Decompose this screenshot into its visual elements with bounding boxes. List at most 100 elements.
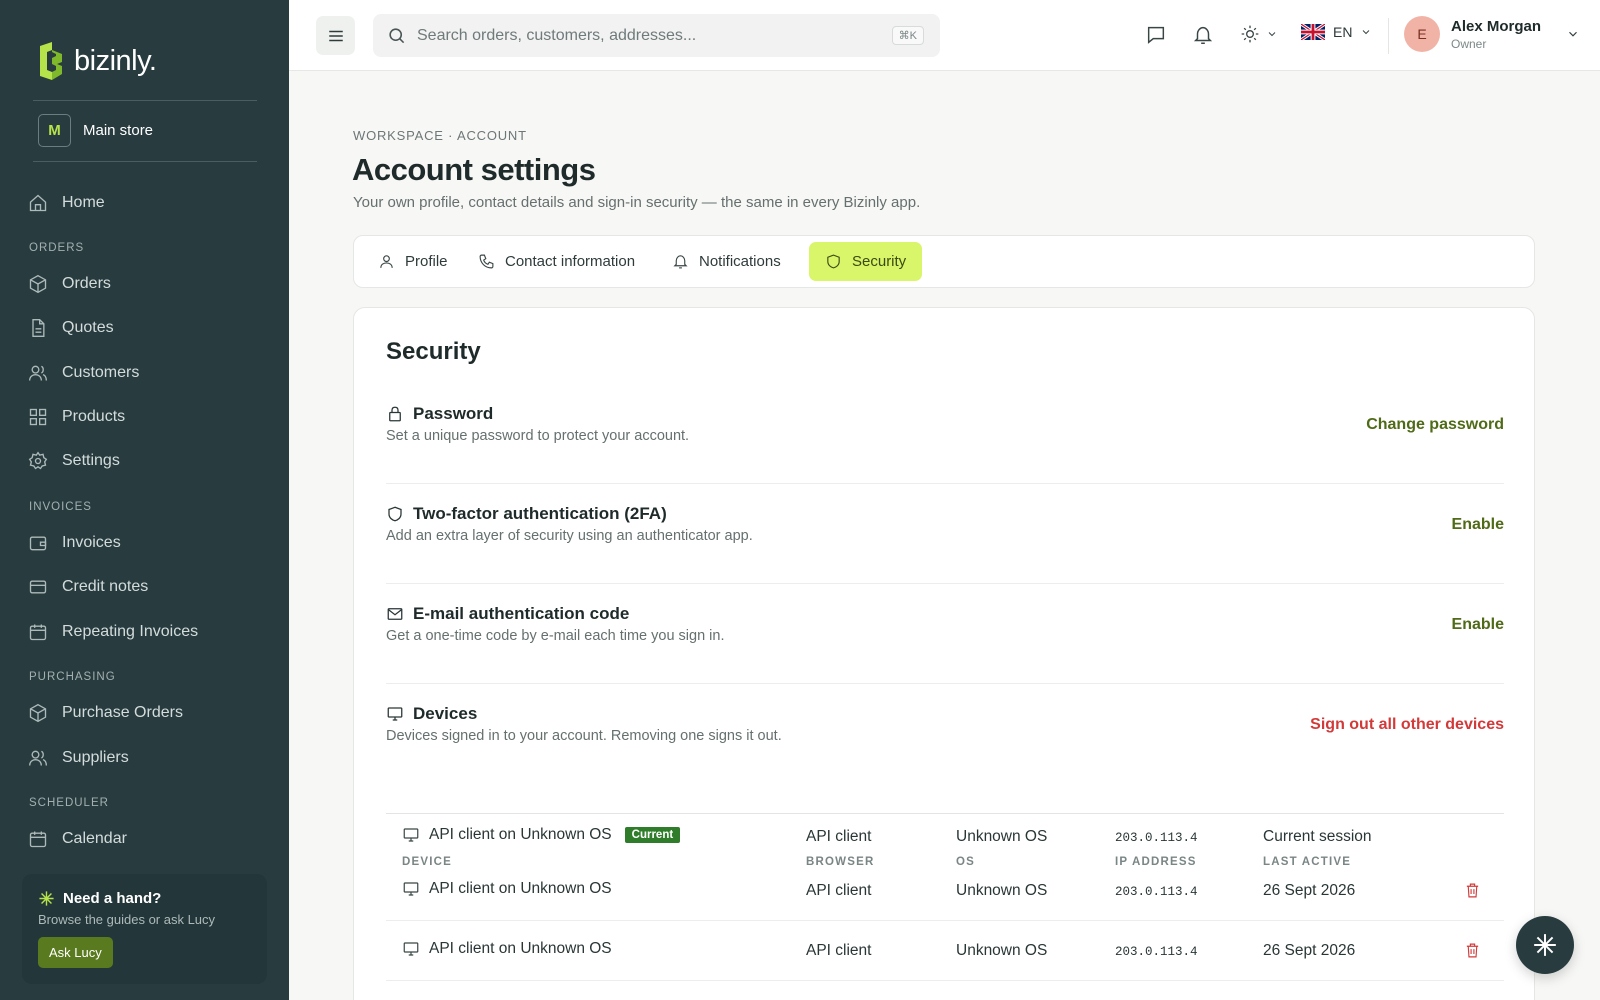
uk-flag-icon	[1301, 24, 1325, 40]
store-switcher[interactable]: M Main store	[38, 114, 153, 147]
wallet-icon	[29, 536, 47, 551]
search-icon	[389, 28, 405, 44]
sidebar-item-repeating-invoices[interactable]: Repeating Invoices	[28, 622, 198, 642]
user-name: Alex Morgan	[1451, 17, 1542, 35]
sidebar-item-label: Credit notes	[62, 578, 149, 595]
setting-description: Get a one-time code by e-mail each time …	[386, 628, 725, 644]
device-name: API client on Unknown OS	[429, 880, 612, 897]
sidebar-item-label: Settings	[62, 452, 120, 469]
help-subtitle: Browse the guides or ask Lucy	[38, 912, 216, 927]
user-menu[interactable]: E Alex Morgan Owner	[1404, 16, 1580, 52]
sidebar-item-invoices[interactable]: Invoices	[28, 533, 121, 553]
device-last-active: Current session	[1263, 828, 1372, 845]
notifications-button[interactable]	[1192, 24, 1214, 51]
users-icon	[29, 750, 47, 766]
device-os: Unknown OS	[956, 828, 1048, 845]
chevron-down-icon	[1363, 30, 1370, 35]
user-info: Alex Morgan Owner	[1451, 18, 1541, 51]
bell-icon	[673, 255, 688, 269]
enable-email-code-button[interactable]: Enable	[1452, 616, 1504, 634]
device-browser: API client	[806, 942, 872, 959]
trash-icon	[1466, 943, 1479, 958]
column-header-last-active: LAST ACTIVE	[1263, 856, 1352, 868]
sparkle-icon	[1534, 934, 1556, 956]
help-card: Need a hand? Browse the guides or ask Lu…	[22, 874, 267, 984]
table-row-device: API client on Unknown OS	[402, 940, 612, 958]
sidebar-item-suppliers[interactable]: Suppliers	[28, 748, 129, 768]
tab-notifications[interactable]: Notifications	[656, 242, 797, 281]
menu-toggle-button[interactable]	[316, 16, 355, 55]
search-shortcut: ⌘K	[891, 26, 924, 45]
device-last-active: 26 Sept 2026	[1263, 942, 1356, 959]
tab-security[interactable]: Security	[809, 242, 923, 281]
sidebar-item-label: Orders	[62, 275, 111, 292]
brand[interactable]: bizinly.	[36, 42, 157, 80]
sign-out-all-devices-button[interactable]: Sign out all other devices	[1310, 716, 1504, 734]
current-badge: Current	[624, 827, 681, 843]
sidebar-item-credit-notes[interactable]: Credit notes	[28, 577, 148, 597]
sidebar-item-label: Purchase Orders	[62, 704, 183, 721]
chevron-down-icon	[1268, 32, 1276, 37]
tab-label: Notifications	[699, 253, 781, 270]
table-row-device: API client on Unknown OS Current	[402, 826, 681, 844]
assistant-fab-button[interactable]	[1516, 916, 1574, 974]
topbar-divider	[1388, 18, 1389, 54]
bizinly-logo-icon	[40, 42, 62, 80]
chat-icon	[1147, 26, 1165, 44]
sidebar-section-orders: ORDERS	[29, 242, 85, 254]
email-code-setting: E-mail authentication code Get a one-tim…	[386, 604, 1504, 684]
search-input[interactable]	[417, 20, 877, 51]
change-password-button[interactable]: Change password	[1366, 416, 1504, 434]
sidebar-divider	[33, 100, 257, 101]
sidebar-section-scheduler: SCHEDULER	[29, 797, 109, 809]
setting-description: Add an extra layer of security using an …	[386, 528, 753, 544]
monitor-icon	[403, 882, 419, 896]
users-icon	[29, 365, 47, 381]
table-row-device: API client on Unknown OS	[402, 880, 612, 898]
home-icon	[29, 194, 47, 212]
theme-toggle[interactable]	[1240, 24, 1278, 44]
sidebar-item-customers[interactable]: Customers	[28, 363, 139, 383]
messages-button[interactable]	[1145, 24, 1167, 51]
device-ip: 203.0.113.4	[1115, 885, 1198, 899]
sidebar-item-purchase-orders[interactable]: Purchase Orders	[28, 703, 183, 723]
sidebar-item-quotes[interactable]: Quotes	[28, 318, 114, 338]
password-setting: Password Set a unique password to protec…	[386, 404, 1504, 484]
settings-tabs: Profile Contact information Notification…	[353, 235, 1535, 288]
remove-device-button[interactable]	[1464, 882, 1481, 904]
calendar-icon	[29, 831, 47, 848]
remove-device-button[interactable]	[1464, 942, 1481, 964]
column-header-os: OS	[956, 856, 976, 868]
search-bar[interactable]: ⌘K	[373, 14, 940, 57]
mail-icon	[387, 608, 403, 620]
sidebar-item-calendar[interactable]: Calendar	[28, 829, 127, 849]
credit-card-icon	[29, 580, 47, 594]
phone-icon	[479, 254, 494, 269]
device-name: API client on Unknown OS	[429, 940, 612, 957]
setting-description: Devices signed in to your account. Remov…	[386, 728, 782, 744]
setting-title-text: Password	[413, 404, 494, 423]
sidebar-item-label: Quotes	[62, 319, 114, 336]
tab-contact-information[interactable]: Contact information	[462, 242, 651, 281]
lock-icon	[389, 406, 401, 422]
sidebar-item-products[interactable]: Products	[28, 407, 125, 427]
device-ip: 203.0.113.4	[1115, 831, 1198, 845]
setting-description: Set a unique password to protect your ac…	[386, 428, 690, 444]
help-title-text: Need a hand?	[63, 890, 162, 907]
sidebar-item-home[interactable]: Home	[28, 193, 105, 213]
language-selector[interactable]: EN	[1301, 24, 1372, 40]
sidebar-item-orders[interactable]: Orders	[28, 274, 111, 294]
device-os: Unknown OS	[956, 942, 1048, 959]
sidebar-item-label: Home	[62, 194, 105, 211]
sidebar-item-settings[interactable]: Settings	[28, 451, 120, 471]
calendar-icon	[29, 624, 47, 641]
security-title: Security	[386, 338, 481, 365]
column-header-ip: IP ADDRESS	[1115, 856, 1197, 868]
user-role: Owner	[1451, 36, 1487, 51]
tab-profile[interactable]: Profile	[362, 242, 464, 281]
ask-lucy-button[interactable]: Ask Lucy	[38, 937, 113, 968]
shield-icon	[827, 254, 840, 269]
enable-2fa-button[interactable]: Enable	[1452, 516, 1504, 534]
trash-icon	[1466, 883, 1479, 898]
topbar: ⌘K EN E Alex Morgan Owner	[289, 0, 1600, 71]
